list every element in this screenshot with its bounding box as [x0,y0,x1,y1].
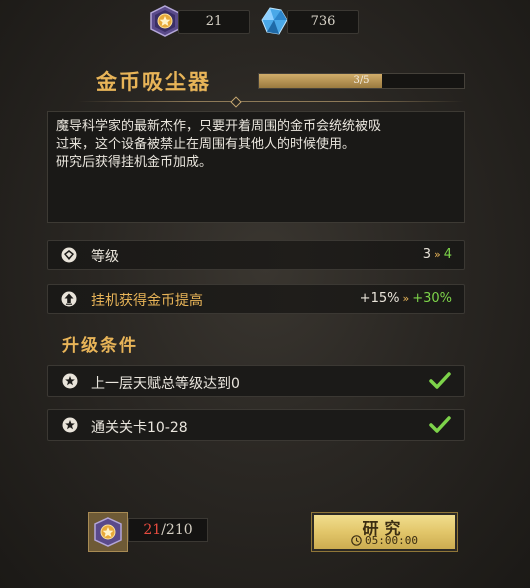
level-row: 等级 3» 4 [47,240,465,270]
clock-icon [351,535,362,549]
item-title: 金币吸尘器 [96,69,211,94]
research-time: 05:00:00 [312,534,457,549]
crystal-icon [259,6,289,36]
cost-need: 210 [165,522,193,538]
star-icon [62,373,78,389]
description-line: 研究后获得挂机金币加成。 [56,155,213,170]
star-icon [62,417,78,433]
crystal-count: 736 [287,10,359,34]
level-to: 4 [443,247,452,262]
level-values: 3» 4 [423,247,452,262]
research-button[interactable]: 研究 05:00:00 [311,512,458,552]
level-progress-text: 3/5 [353,75,370,86]
upgrade-arrow-icon [61,291,77,307]
requirement-row: 上一层天赋总等级达到0 [47,365,465,397]
gold-bonus-row: 挂机获得金币提高 +15%» +30% [47,284,465,314]
item-description: 魔导科学家的最新杰作，只要开着周围的金币会统统被吸 过来，这个设备被禁止在周围有… [47,111,465,223]
title-divider [78,101,464,102]
bonus-to: +30% [412,291,452,306]
medal-icon [148,4,182,38]
requirement-label: 通关关卡10-28 [91,420,188,436]
requirements-title: 升级条件 [62,336,138,356]
check-icon [428,415,452,435]
cost-medal-icon [88,512,128,552]
medal-count: 21 [178,10,250,34]
research-time-value: 05:00:00 [365,534,418,547]
divider-diamond-icon [230,96,242,108]
level-gem-icon [61,247,77,263]
cost-have: 21 [143,522,162,538]
description-line: 过来，这个设备被禁止在周围有其他人的时候使用。 [56,137,356,152]
gold-bonus-values: +15%» +30% [360,291,452,306]
level-from: 3 [422,247,431,262]
double-arrow-icon: » [433,248,441,261]
level-label: 等级 [91,249,119,265]
description-line: 魔导科学家的最新杰作，只要开着周围的金币会统统被吸 [56,119,382,134]
check-icon [428,371,452,391]
bonus-from: +15% [359,291,400,306]
cost-amount: 21/210 [128,518,208,542]
double-arrow-icon: » [402,292,410,305]
level-progress-bar: 3/5 [258,73,465,89]
gold-bonus-label: 挂机获得金币提高 [91,293,203,309]
requirement-row: 通关关卡10-28 [47,409,465,441]
requirement-label: 上一层天赋总等级达到0 [91,376,240,392]
